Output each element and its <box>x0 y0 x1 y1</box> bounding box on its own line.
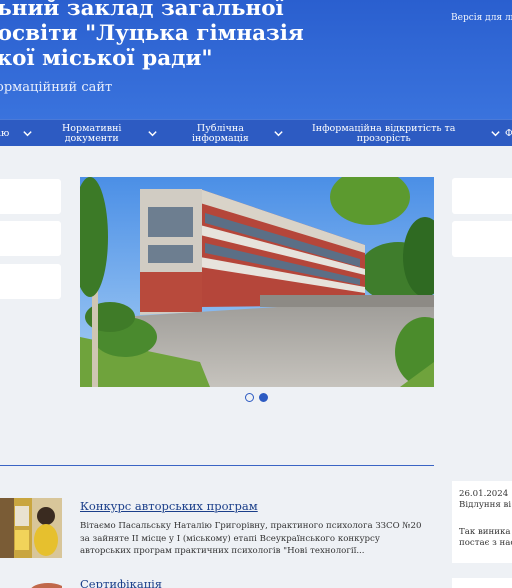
nav-label-line: Нормативні <box>62 122 122 134</box>
nav-label-line: Інформаційна відкритість та <box>312 122 456 134</box>
carousel-dot-active[interactable] <box>259 393 268 402</box>
main-navigation: ію Нормативні документи Публічна інформа… <box>0 119 512 146</box>
news-thumbnail[interactable] <box>0 577 62 588</box>
nav-label-line: Публічна <box>196 122 244 134</box>
nav-item-label: Публічна інформація <box>192 122 249 144</box>
site-header: льний заклад загальної ї освіти "Луцька … <box>0 0 512 119</box>
chevron-down-icon <box>490 128 501 139</box>
nav-item-transparency[interactable]: Інформаційна відкритість та прозорість <box>312 120 455 147</box>
accessibility-version-link[interactable]: Версія для лю <box>451 13 512 23</box>
nav-item-label: ію <box>0 127 10 139</box>
news-image <box>0 581 62 588</box>
news-excerpt: Вітаємо Пасальську Наталію Григорівну, п… <box>80 521 422 556</box>
side-news-text-line: Так виника <box>459 527 511 537</box>
nav-label-line: інформація <box>192 132 249 144</box>
site-subtitle: ормаційний сайт <box>0 80 113 95</box>
nav-item-5[interactable]: Ф <box>490 120 512 147</box>
site-title-line-1: льний заклад загальної <box>0 0 284 21</box>
side-news-card[interactable]: 26.01.2024 Відлуння ві Так виника постає… <box>452 481 512 563</box>
nav-item-normative-docs[interactable]: Нормативні документи <box>62 120 158 147</box>
news-thumbnail[interactable] <box>0 498 62 558</box>
nav-item-label: Інформаційна відкритість та прозорість <box>312 122 456 144</box>
site-title-line-3: ької міської ради" <box>0 46 213 71</box>
news-image <box>0 498 62 558</box>
school-building-photo <box>80 177 434 387</box>
nav-label-line: документи <box>64 132 119 144</box>
school-photo-carousel[interactable] <box>80 177 434 387</box>
right-sidebar-card[interactable] <box>452 178 512 214</box>
sidebar-card[interactable] <box>0 264 61 299</box>
nav-label-line: прозорість <box>356 132 411 144</box>
news-title[interactable]: Конкурс авторських програм <box>80 499 258 513</box>
section-divider <box>0 465 434 466</box>
carousel-dot[interactable] <box>245 393 254 402</box>
site-title[interactable]: льний заклад загальної ї освіти "Луцька … <box>0 0 304 71</box>
chevron-down-icon <box>147 128 158 139</box>
side-news-title: Відлуння ві <box>459 500 512 510</box>
carousel-pagination <box>245 393 268 402</box>
chevron-down-icon <box>273 128 284 139</box>
news-title[interactable]: Сертифікація <box>80 577 162 588</box>
side-news-text-line: постає з нас <box>459 538 512 548</box>
side-news-date: 26.01.2024 <box>459 489 509 499</box>
site-title-line-2: ї освіти "Луцька гімназія <box>0 21 304 46</box>
sidebar-card[interactable] <box>0 179 61 214</box>
nav-item-label: Ф <box>505 127 512 139</box>
nav-item-label: Нормативні документи <box>62 122 122 144</box>
sidebar-card[interactable] <box>0 221 61 256</box>
right-sidebar-card[interactable] <box>452 221 512 257</box>
nav-item-1[interactable]: ію <box>0 120 33 147</box>
right-sidebar-card[interactable] <box>452 578 512 588</box>
nav-item-public-info[interactable]: Публічна інформація <box>192 120 284 147</box>
chevron-down-icon <box>22 128 33 139</box>
